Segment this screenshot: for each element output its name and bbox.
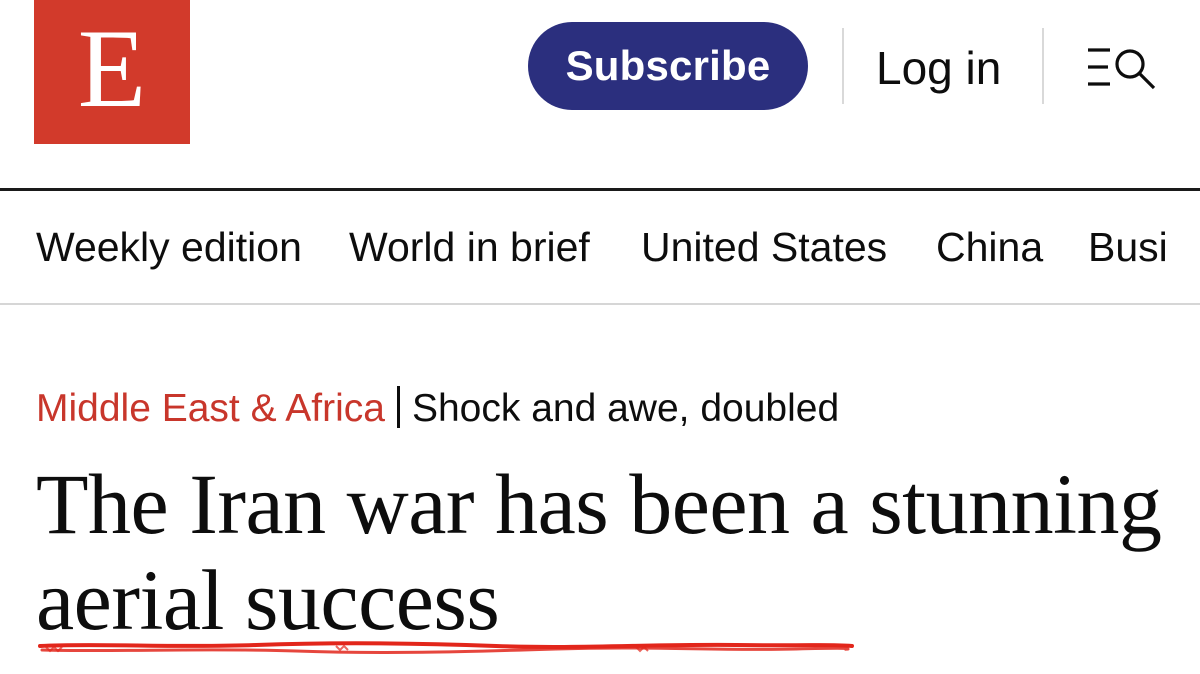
article-flytitle: Shock and awe, doubled bbox=[411, 387, 840, 430]
article-headline: The Iran war has been a stunning aerial … bbox=[36, 456, 1162, 648]
nav-item-world-in-brief[interactable]: World in brief bbox=[349, 221, 590, 273]
nav-item-business[interactable]: Busi bbox=[1088, 221, 1168, 273]
article-rubric: Middle East & Africa Shock and awe, doubl… bbox=[36, 384, 839, 434]
nav-item-weekly-edition[interactable]: Weekly edition bbox=[36, 221, 302, 273]
login-link[interactable]: Log in bbox=[876, 38, 1001, 98]
logo-letter: E bbox=[77, 7, 147, 131]
nav-item-united-states[interactable]: United States bbox=[641, 221, 887, 273]
rubric-separator bbox=[396, 386, 400, 428]
nav-rule bbox=[0, 303, 1200, 305]
subscribe-button[interactable]: Subscribe bbox=[528, 22, 808, 110]
economist-logo[interactable]: E bbox=[34, 0, 190, 144]
red-squiggle-underline bbox=[38, 641, 854, 654]
header-divider bbox=[842, 28, 844, 104]
header-divider bbox=[1042, 28, 1044, 104]
menu-search-icon[interactable] bbox=[1086, 44, 1160, 92]
masthead: E Subscribe Log in bbox=[0, 0, 1200, 190]
section-link[interactable]: Middle East & Africa bbox=[36, 387, 385, 430]
section-nav: Weekly edition World in brief United Sta… bbox=[0, 191, 1200, 303]
nav-item-china[interactable]: China bbox=[936, 221, 1043, 273]
